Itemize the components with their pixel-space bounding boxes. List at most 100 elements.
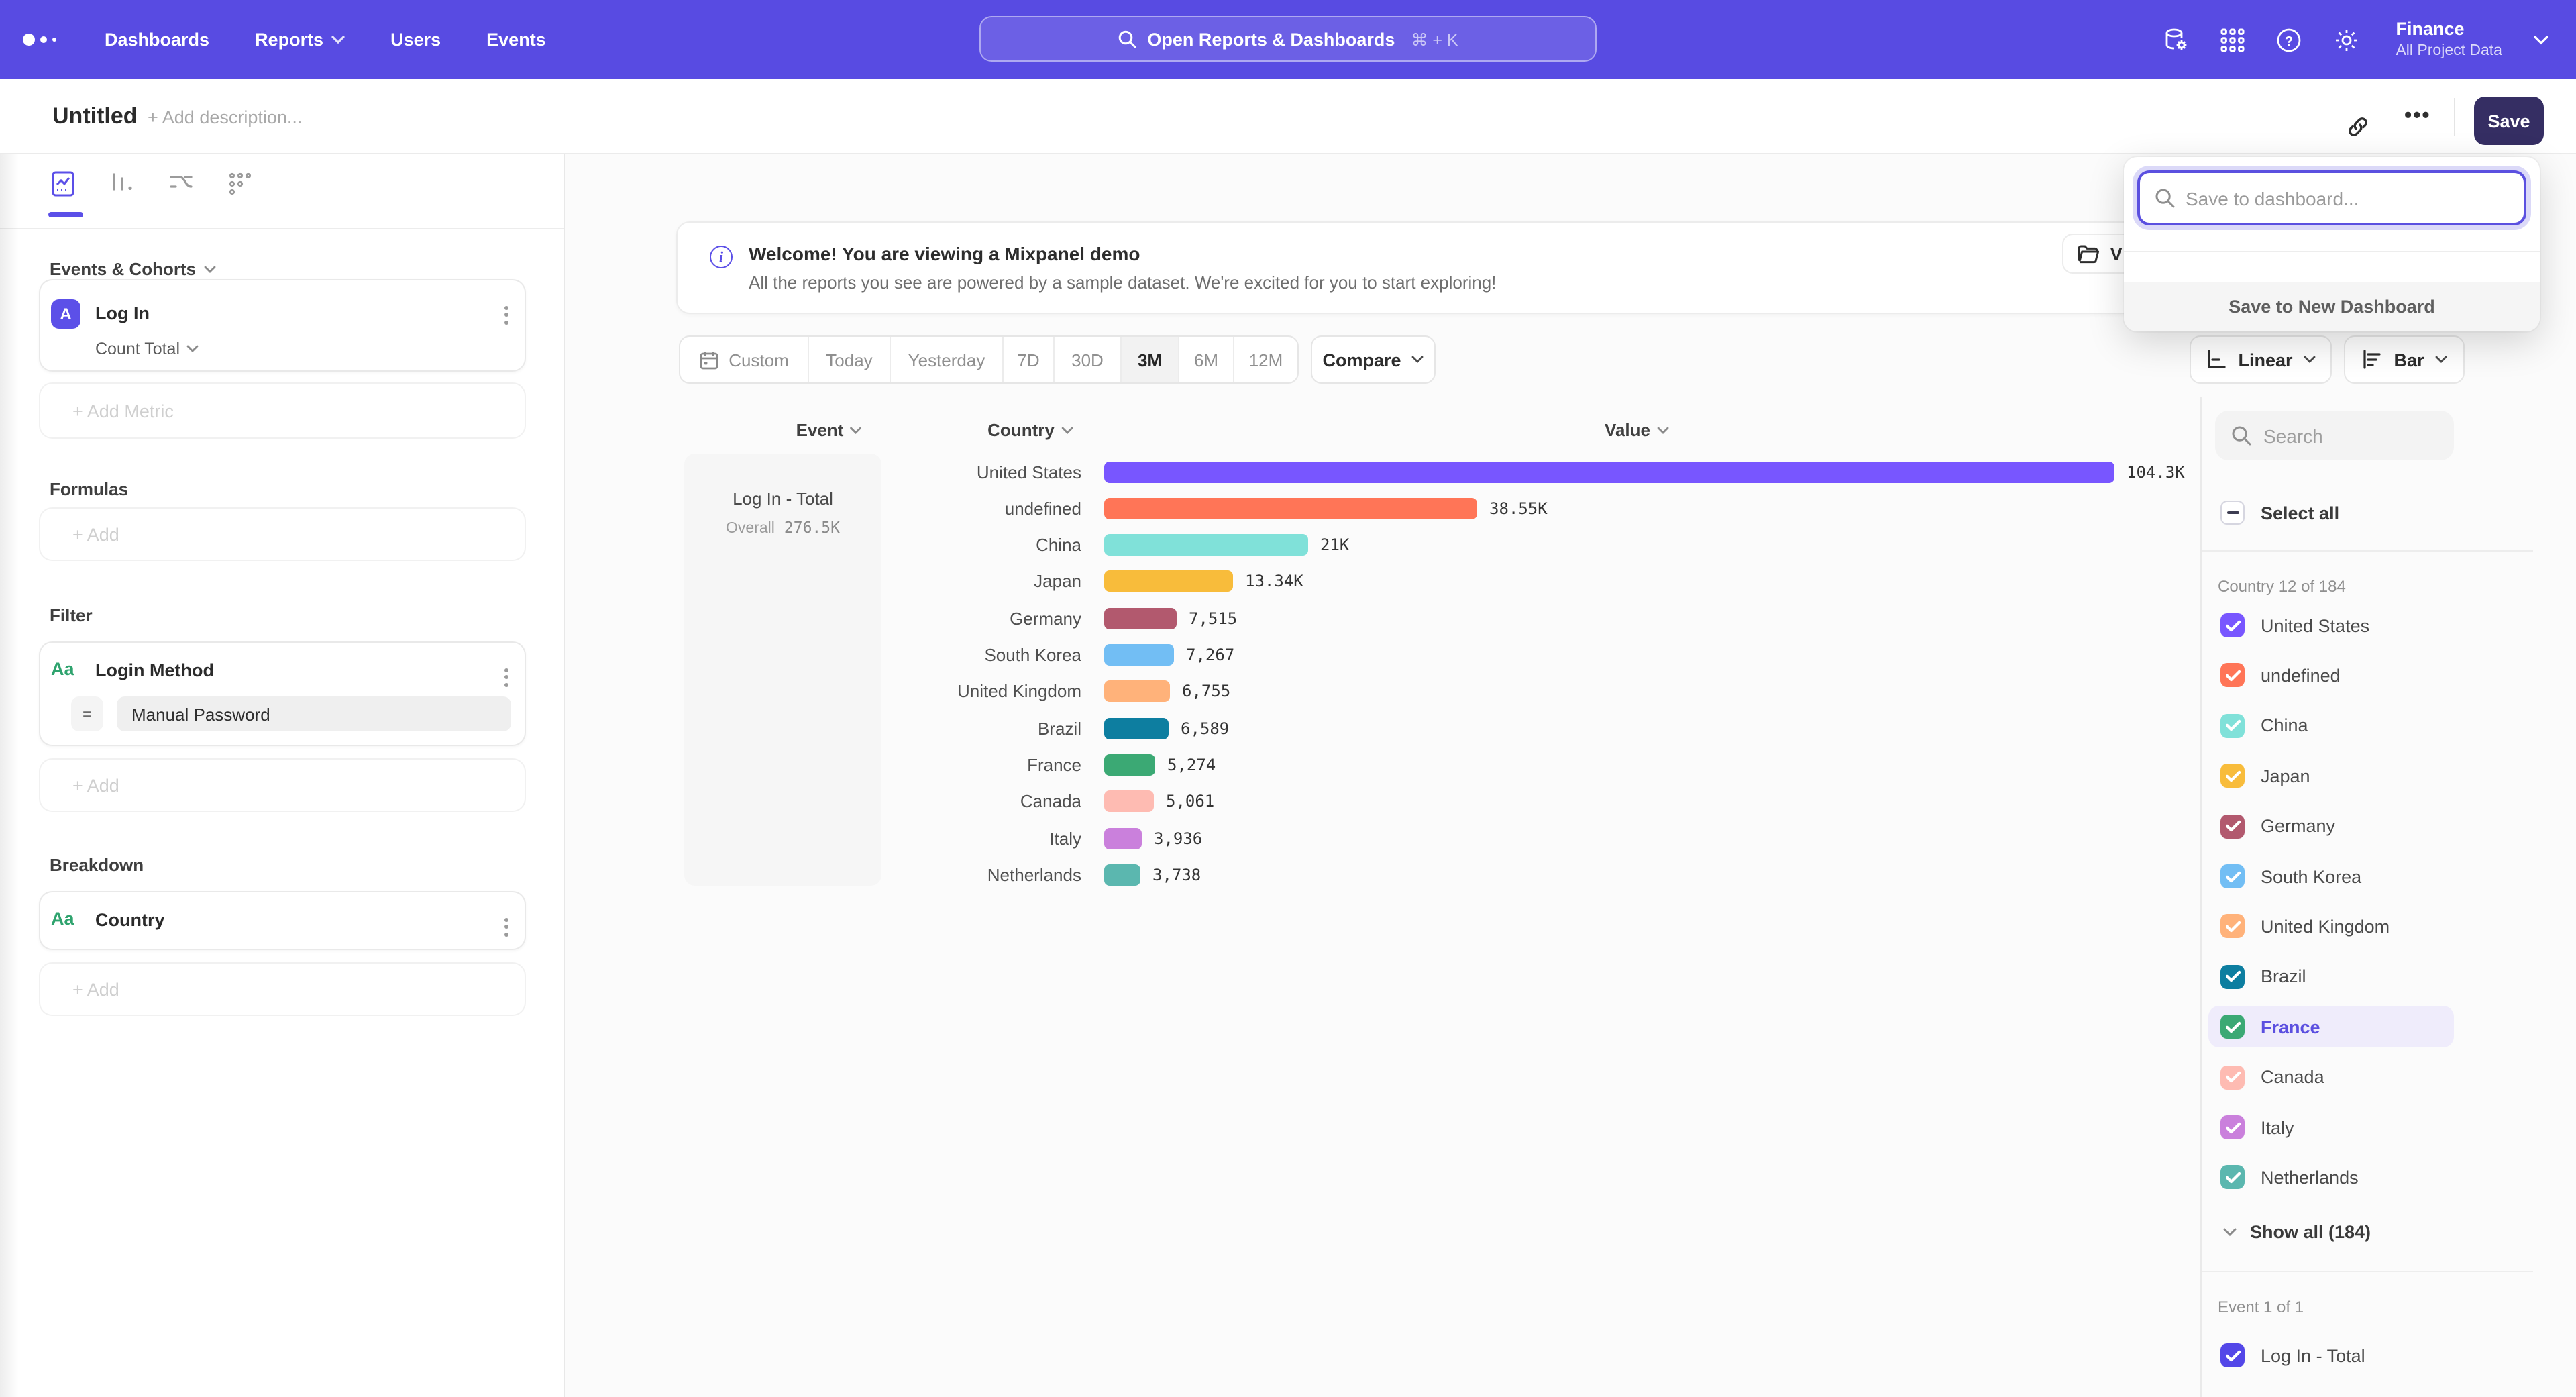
add-metric-button[interactable]: + Add Metric [39, 382, 526, 439]
breakdown-card-country[interactable]: Aa Country [39, 891, 526, 950]
event-cell[interactable]: Log In - Total Overall276.5K [684, 454, 881, 886]
country-row-united-kingdom[interactable]: United Kingdom [2220, 915, 2390, 939]
add-breakdown-button[interactable]: + Add [39, 962, 526, 1016]
compare-button[interactable]: Compare [1311, 335, 1436, 384]
filter-kebab-icon[interactable] [504, 664, 508, 690]
time-range-yesterday[interactable]: Yesterday [890, 337, 1002, 382]
bar-canada[interactable] [1104, 790, 1154, 812]
report-title[interactable]: Untitled [52, 103, 138, 130]
mixpanel-logo-icon[interactable] [23, 34, 56, 46]
checkbox-italy[interactable] [2220, 1115, 2245, 1139]
filter-card-login-method[interactable]: Aa Login Method = Manual Password [39, 641, 526, 746]
column-header-country[interactable]: Country [987, 420, 1073, 440]
save-button[interactable]: Save [2474, 97, 2544, 145]
global-search-button[interactable]: Open Reports & Dashboards ⌘ + K [979, 16, 1597, 62]
copy-link-icon[interactable] [2345, 114, 2371, 146]
time-range-3m[interactable]: 3M [1120, 337, 1178, 382]
breakdown-kebab-icon[interactable] [504, 914, 508, 939]
time-range-6m[interactable]: 6M [1178, 337, 1233, 382]
add-filter-button[interactable]: + Add [39, 758, 526, 812]
aggregation-selector[interactable]: Count Total [95, 340, 199, 358]
apps-grid-icon[interactable] [2220, 28, 2244, 52]
event-legend-row[interactable]: Log In - Total [2220, 1343, 2365, 1367]
country-row-france[interactable]: France [2220, 1015, 2320, 1039]
bar-germany[interactable] [1104, 607, 1177, 629]
country-row-canada[interactable]: Canada [2220, 1065, 2324, 1089]
metric-card-log-in[interactable]: A Log In Count Total [39, 279, 526, 372]
checkbox-united-states[interactable] [2220, 613, 2245, 637]
bar-china[interactable] [1104, 534, 1308, 556]
select-all-row[interactable]: Select all [2220, 501, 2339, 525]
nav-reports[interactable]: Reports [255, 30, 345, 50]
banner-subtitle: All the reports you see are powered by a… [749, 272, 1496, 293]
checkbox-china[interactable] [2220, 714, 2245, 738]
legend-search[interactable] [2215, 411, 2454, 460]
settings-gear-icon[interactable] [2332, 26, 2359, 53]
event-letter-badge: A [51, 299, 80, 329]
checkbox-united-kingdom[interactable] [2220, 915, 2245, 939]
column-header-event[interactable]: Event [796, 420, 863, 440]
country-row-netherlands[interactable]: Netherlands [2220, 1166, 2359, 1190]
legend-search-input[interactable] [2263, 425, 2438, 446]
dashboard-search-input[interactable] [2186, 187, 2494, 209]
checkbox-france[interactable] [2220, 1015, 2245, 1039]
bar-united-states[interactable] [1104, 461, 2114, 482]
nav-dashboards[interactable]: Dashboards [105, 30, 209, 50]
events-cohorts-header[interactable]: Events & Cohorts [50, 259, 216, 279]
country-row-south-korea[interactable]: South Korea [2220, 864, 2361, 888]
tab-retention-icon[interactable] [225, 169, 255, 199]
bar-netherlands[interactable] [1104, 864, 1140, 886]
breakdown-property-name: Country [95, 910, 165, 930]
metric-kebab-icon[interactable] [504, 302, 508, 327]
country-row-germany[interactable]: Germany [2220, 814, 2335, 838]
save-to-new-dashboard-button[interactable]: Save to New Dashboard [2124, 282, 2540, 331]
column-header-value[interactable]: Value [1605, 420, 1669, 440]
tab-bar-chart-icon[interactable] [107, 169, 137, 199]
checkbox-germany[interactable] [2220, 814, 2245, 838]
search-icon [1118, 30, 1136, 48]
data-management-icon[interactable] [2162, 26, 2189, 53]
bar-brazil[interactable] [1104, 717, 1169, 739]
checkbox-netherlands[interactable] [2220, 1166, 2245, 1190]
filter-value[interactable]: Manual Password [117, 696, 511, 731]
scale-selector[interactable]: Linear [2190, 335, 2332, 384]
checkbox-undefined[interactable] [2220, 664, 2245, 688]
select-all-checkbox[interactable] [2220, 501, 2245, 525]
checkbox-canada[interactable] [2220, 1065, 2245, 1089]
checkbox-south-korea[interactable] [2220, 864, 2245, 888]
time-range-7d[interactable]: 7D [1002, 337, 1053, 382]
report-canvas: i Welcome! You are viewing a Mixpanel de… [565, 154, 2576, 1397]
bar-south-korea[interactable] [1104, 644, 1174, 666]
project-switcher[interactable]: Finance All Project Data [2396, 19, 2502, 61]
show-all-button[interactable]: Show all (184) [2223, 1222, 2371, 1242]
bar-italy[interactable] [1104, 827, 1142, 849]
bar-france[interactable] [1104, 754, 1155, 776]
more-options-icon[interactable]: ••• [2404, 105, 2431, 129]
country-row-italy[interactable]: Italy [2220, 1115, 2294, 1139]
time-range-today[interactable]: Today [808, 337, 890, 382]
project-chevron-down-icon[interactable] [2533, 34, 2549, 45]
chart-type-selector[interactable]: Bar [2344, 335, 2465, 384]
bar-united-kingdom[interactable] [1104, 681, 1170, 703]
nav-users[interactable]: Users [390, 30, 441, 50]
time-range-12m[interactable]: 12M [1233, 337, 1297, 382]
country-row-brazil[interactable]: Brazil [2220, 965, 2306, 989]
country-row-undefined[interactable]: undefined [2220, 664, 2341, 688]
checkbox-brazil[interactable] [2220, 965, 2245, 989]
country-row-japan[interactable]: Japan [2220, 764, 2310, 788]
help-icon[interactable]: ? [2275, 26, 2302, 53]
filter-operator[interactable]: = [71, 696, 103, 731]
time-range-custom[interactable]: Custom [680, 337, 808, 382]
bar-japan[interactable] [1104, 571, 1233, 592]
bar-undefined[interactable] [1104, 498, 1477, 519]
country-row-united-states[interactable]: United States [2220, 613, 2369, 637]
event-checkbox[interactable] [2220, 1343, 2245, 1367]
checkbox-japan[interactable] [2220, 764, 2245, 788]
add-description[interactable]: + Add description... [148, 107, 302, 127]
nav-events[interactable]: Events [486, 30, 546, 50]
time-range-30d[interactable]: 30D [1053, 337, 1120, 382]
tab-insights-icon[interactable] [48, 169, 78, 199]
tab-flows-icon[interactable] [166, 169, 196, 199]
country-row-china[interactable]: China [2220, 714, 2308, 738]
add-formula-button[interactable]: + Add [39, 507, 526, 561]
